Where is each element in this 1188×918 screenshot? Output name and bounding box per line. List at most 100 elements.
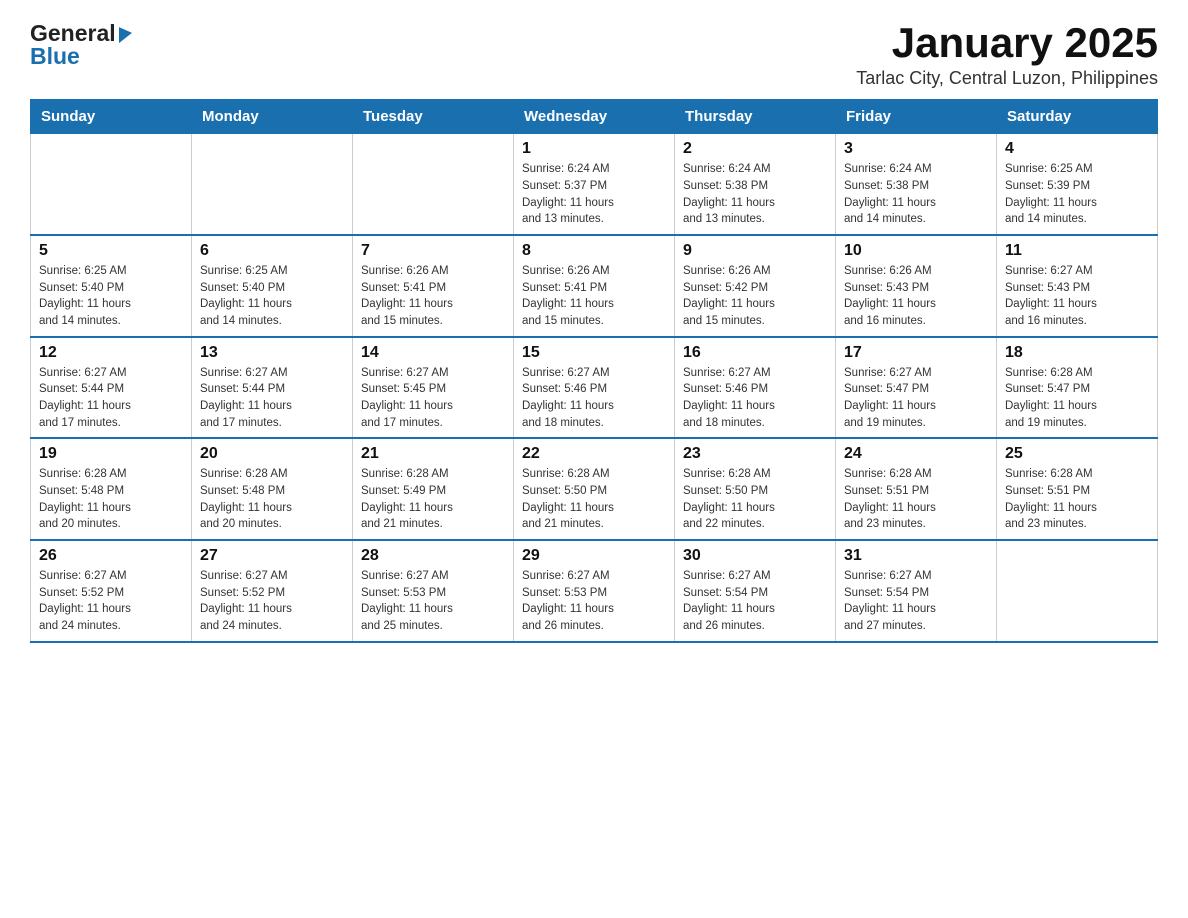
calendar-cell: 24Sunrise: 6:28 AMSunset: 5:51 PMDayligh…: [836, 438, 997, 540]
day-number: 18: [1005, 344, 1149, 362]
calendar-cell: 28Sunrise: 6:27 AMSunset: 5:53 PMDayligh…: [353, 540, 514, 642]
calendar-cell: 21 Sunrise: 6:28 AMSunset: 5:49 PMDayligh…: [353, 438, 514, 540]
logo-blue-text: Blue: [30, 43, 132, 70]
calendar-cell: 1Sunrise: 6:24 AMSunset: 5:37 PMDaylight…: [514, 134, 675, 235]
logo-arrow-icon: [119, 24, 132, 42]
calendar-cell: 11 Sunrise: 6:27 AMSunset: 5:43 PMDayligh…: [997, 235, 1158, 337]
day-info: Sunrise: 6:26 AMSunset: 5:43 PMDaylight:…: [844, 263, 988, 330]
day-number: 20: [200, 445, 344, 463]
calendar-cell: 7 Sunrise: 6:26 AMSunset: 5:41 PMDaylight…: [353, 235, 514, 337]
calendar-cell: 6 Sunrise: 6:25 AMSunset: 5:40 PMDaylight…: [192, 235, 353, 337]
logo: General Blue: [30, 20, 132, 70]
day-info: Sunrise: 6:24 AMSunset: 5:37 PMDaylight:…: [522, 161, 666, 228]
day-info: Sunrise: 6:28 AMSunset: 5:51 PMDaylight:…: [1005, 466, 1149, 533]
calendar-cell: 2 Sunrise: 6:24 AMSunset: 5:38 PMDaylight…: [675, 134, 836, 235]
calendar-cell: 12 Sunrise: 6:27 AMSunset: 5:44 PMDayligh…: [31, 337, 192, 439]
day-info: Sunrise: 6:26 AMSunset: 5:41 PMDaylight:…: [361, 263, 505, 330]
calendar-cell: [997, 540, 1158, 642]
day-number: 3: [844, 140, 988, 158]
calendar-week-row: 19 Sunrise: 6:28 AMSunset: 5:48 PMDayligh…: [31, 438, 1158, 540]
day-info: Sunrise: 6:27 AMSunset: 5:45 PMDaylight:…: [361, 365, 505, 432]
day-number: 13: [200, 344, 344, 362]
weekday-header-sunday: Sunday: [31, 100, 192, 134]
calendar-cell: 25Sunrise: 6:28 AMSunset: 5:51 PMDayligh…: [997, 438, 1158, 540]
calendar-cell: 13 Sunrise: 6:27 AMSunset: 5:44 PMDayligh…: [192, 337, 353, 439]
day-info: Sunrise: 6:27 AMSunset: 5:44 PMDaylight:…: [200, 365, 344, 432]
day-info: Sunrise: 6:27 AMSunset: 5:47 PMDaylight:…: [844, 365, 988, 432]
calendar-table: SundayMondayTuesdayWednesdayThursdayFrid…: [30, 99, 1158, 642]
day-number: 6: [200, 242, 344, 260]
day-info: Sunrise: 6:27 AMSunset: 5:52 PMDaylight:…: [200, 568, 344, 635]
calendar-cell: 27 Sunrise: 6:27 AMSunset: 5:52 PMDayligh…: [192, 540, 353, 642]
calendar-week-row: 1Sunrise: 6:24 AMSunset: 5:37 PMDaylight…: [31, 134, 1158, 235]
day-info: Sunrise: 6:26 AMSunset: 5:41 PMDaylight:…: [522, 263, 666, 330]
weekday-header-wednesday: Wednesday: [514, 100, 675, 134]
calendar-subtitle: Tarlac City, Central Luzon, Philippines: [856, 68, 1158, 89]
day-info: Sunrise: 6:27 AMSunset: 5:54 PMDaylight:…: [844, 568, 988, 635]
day-info: Sunrise: 6:27 AMSunset: 5:46 PMDaylight:…: [522, 365, 666, 432]
day-number: 12: [39, 344, 183, 362]
day-number: 27: [200, 547, 344, 565]
day-info: Sunrise: 6:25 AMSunset: 5:40 PMDaylight:…: [200, 263, 344, 330]
day-number: 17: [844, 344, 988, 362]
day-info: Sunrise: 6:25 AMSunset: 5:39 PMDaylight:…: [1005, 161, 1149, 228]
day-number: 7: [361, 242, 505, 260]
day-number: 30: [683, 547, 827, 565]
title-block: January 2025 Tarlac City, Central Luzon,…: [856, 20, 1158, 89]
day-number: 10: [844, 242, 988, 260]
calendar-cell: 20 Sunrise: 6:28 AMSunset: 5:48 PMDayligh…: [192, 438, 353, 540]
page-header: General Blue January 2025 Tarlac City, C…: [30, 20, 1158, 89]
day-info: Sunrise: 6:25 AMSunset: 5:40 PMDaylight:…: [39, 263, 183, 330]
calendar-cell: [192, 134, 353, 235]
day-info: Sunrise: 6:28 AMSunset: 5:48 PMDaylight:…: [200, 466, 344, 533]
day-info: Sunrise: 6:27 AMSunset: 5:44 PMDaylight:…: [39, 365, 183, 432]
day-number: 21: [361, 445, 505, 463]
day-info: Sunrise: 6:28 AMSunset: 5:49 PMDaylight:…: [361, 466, 505, 533]
calendar-title: January 2025: [856, 20, 1158, 66]
day-number: 26: [39, 547, 183, 565]
weekday-header-friday: Friday: [836, 100, 997, 134]
day-info: Sunrise: 6:27 AMSunset: 5:52 PMDaylight:…: [39, 568, 183, 635]
calendar-cell: 30 Sunrise: 6:27 AMSunset: 5:54 PMDayligh…: [675, 540, 836, 642]
day-number: 28: [361, 547, 505, 565]
calendar-cell: 31 Sunrise: 6:27 AMSunset: 5:54 PMDayligh…: [836, 540, 997, 642]
calendar-cell: 9 Sunrise: 6:26 AMSunset: 5:42 PMDaylight…: [675, 235, 836, 337]
day-number: 14: [361, 344, 505, 362]
calendar-body: 1Sunrise: 6:24 AMSunset: 5:37 PMDaylight…: [31, 134, 1158, 642]
calendar-cell: 14 Sunrise: 6:27 AMSunset: 5:45 PMDayligh…: [353, 337, 514, 439]
calendar-cell: 17 Sunrise: 6:27 AMSunset: 5:47 PMDayligh…: [836, 337, 997, 439]
calendar-cell: 3 Sunrise: 6:24 AMSunset: 5:38 PMDaylight…: [836, 134, 997, 235]
day-number: 23: [683, 445, 827, 463]
day-number: 2: [683, 140, 827, 158]
weekday-header-monday: Monday: [192, 100, 353, 134]
day-info: Sunrise: 6:28 AMSunset: 5:50 PMDaylight:…: [522, 466, 666, 533]
day-info: Sunrise: 6:26 AMSunset: 5:42 PMDaylight:…: [683, 263, 827, 330]
day-info: Sunrise: 6:24 AMSunset: 5:38 PMDaylight:…: [683, 161, 827, 228]
day-info: Sunrise: 6:27 AMSunset: 5:54 PMDaylight:…: [683, 568, 827, 635]
day-number: 9: [683, 242, 827, 260]
calendar-cell: 10 Sunrise: 6:26 AMSunset: 5:43 PMDayligh…: [836, 235, 997, 337]
day-number: 22: [522, 445, 666, 463]
day-number: 19: [39, 445, 183, 463]
calendar-cell: 16Sunrise: 6:27 AMSunset: 5:46 PMDayligh…: [675, 337, 836, 439]
day-number: 29: [522, 547, 666, 565]
calendar-cell: 23 Sunrise: 6:28 AMSunset: 5:50 PMDayligh…: [675, 438, 836, 540]
calendar-cell: 19 Sunrise: 6:28 AMSunset: 5:48 PMDayligh…: [31, 438, 192, 540]
weekday-header-saturday: Saturday: [997, 100, 1158, 134]
day-number: 11: [1005, 242, 1149, 260]
calendar-header: SundayMondayTuesdayWednesdayThursdayFrid…: [31, 100, 1158, 134]
day-number: 15: [522, 344, 666, 362]
day-info: Sunrise: 6:28 AMSunset: 5:48 PMDaylight:…: [39, 466, 183, 533]
weekday-header-tuesday: Tuesday: [353, 100, 514, 134]
day-info: Sunrise: 6:24 AMSunset: 5:38 PMDaylight:…: [844, 161, 988, 228]
day-number: 16: [683, 344, 827, 362]
day-number: 4: [1005, 140, 1149, 158]
day-info: Sunrise: 6:28 AMSunset: 5:50 PMDaylight:…: [683, 466, 827, 533]
day-info: Sunrise: 6:28 AMSunset: 5:47 PMDaylight:…: [1005, 365, 1149, 432]
day-info: Sunrise: 6:27 AMSunset: 5:43 PMDaylight:…: [1005, 263, 1149, 330]
calendar-week-row: 26 Sunrise: 6:27 AMSunset: 5:52 PMDayligh…: [31, 540, 1158, 642]
weekday-header-row: SundayMondayTuesdayWednesdayThursdayFrid…: [31, 100, 1158, 134]
calendar-cell: 5Sunrise: 6:25 AMSunset: 5:40 PMDaylight…: [31, 235, 192, 337]
day-number: 31: [844, 547, 988, 565]
calendar-week-row: 12 Sunrise: 6:27 AMSunset: 5:44 PMDayligh…: [31, 337, 1158, 439]
